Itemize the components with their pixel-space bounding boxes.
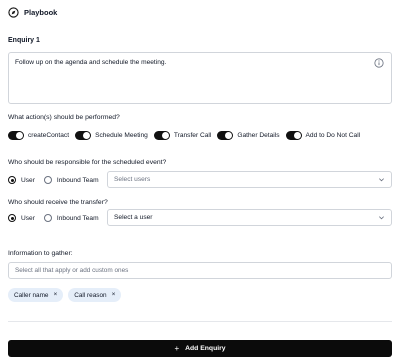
scheduled-users-select[interactable]: Select users	[107, 171, 392, 188]
gather-chips: Caller name × Call reason ×	[8, 288, 122, 302]
enquiry-label: Enquiry 1	[8, 37, 40, 44]
action-gather-details[interactable]: Gather Details	[217, 131, 280, 140]
enquiry-text[interactable]: Follow up on the agenda and schedule the…	[15, 59, 166, 66]
toggle-switch[interactable]	[153, 131, 170, 140]
actions-toggle-group: createContact Schedule Meeting Transfer …	[8, 131, 366, 140]
radio-label: User	[21, 214, 35, 222]
gather-label: Information to gather:	[8, 250, 73, 257]
chevron-down-icon	[379, 216, 384, 220]
toggle-switch[interactable]	[285, 131, 302, 140]
chip-label: Call reason	[74, 291, 107, 299]
close-icon[interactable]: ×	[112, 291, 116, 299]
radio-label: Inbound Team	[56, 214, 99, 222]
radio-label: Inbound Team	[56, 176, 99, 184]
gather-input[interactable]: Select all that apply or add custom ones	[8, 262, 392, 279]
transfer-radio-group: User Inbound Team	[8, 214, 108, 222]
scheduled-label: Who should be responsible for the schedu…	[8, 159, 167, 166]
toggle-switch[interactable]	[75, 131, 92, 140]
page-title: Playbook	[24, 7, 58, 17]
radio-user[interactable]	[8, 176, 16, 184]
radio-inbound-team[interactable]	[43, 214, 52, 222]
scheduled-radio-group: User Inbound Team	[8, 176, 108, 184]
action-add-do-not-call[interactable]: Add to Do Not Call	[285, 131, 361, 140]
enquiry-textarea[interactable]: Follow up on the agenda and schedule the…	[8, 52, 392, 104]
radio-inbound-team[interactable]	[43, 176, 52, 184]
select-value: Select a user	[114, 214, 153, 221]
action-transfer-call[interactable]: Transfer Call	[153, 131, 212, 140]
toggle-switch[interactable]	[8, 131, 24, 140]
action-label: Schedule Meeting	[95, 132, 148, 139]
transfer-label: Who should receive the transfer?	[8, 199, 108, 206]
chip-call-reason: Call reason ×	[68, 288, 122, 302]
chevron-down-icon	[379, 178, 384, 182]
divider	[8, 321, 392, 322]
action-label: Gather Details	[237, 132, 280, 139]
action-label: createContact	[28, 132, 70, 139]
chip-label: Caller name	[14, 291, 49, 299]
plus-icon: +	[174, 343, 180, 353]
close-icon[interactable]: ×	[53, 291, 57, 299]
select-placeholder: Select users	[114, 176, 151, 183]
radio-label: User	[21, 176, 35, 184]
toggle-switch[interactable]	[217, 131, 234, 140]
action-create-contact[interactable]: createContact	[8, 131, 69, 140]
chip-caller-name: Caller name ×	[8, 288, 64, 302]
actions-label: What action(s) should be performed?	[8, 114, 120, 121]
radio-user[interactable]	[8, 214, 16, 222]
action-schedule-meeting[interactable]: Schedule Meeting	[75, 131, 148, 140]
add-enquiry-button[interactable]: + Add Enquiry	[8, 340, 392, 357]
gather-placeholder: Select all that apply or add custom ones	[15, 267, 129, 274]
header: Playbook	[8, 6, 57, 18]
action-label: Add to Do Not Call	[305, 132, 361, 139]
transfer-user-select[interactable]: Select a user	[107, 209, 392, 226]
add-enquiry-label: Add Enquiry	[185, 345, 226, 352]
info-icon[interactable]	[374, 58, 384, 68]
action-label: Transfer Call	[173, 132, 212, 139]
playbook-compass-icon	[8, 6, 19, 18]
